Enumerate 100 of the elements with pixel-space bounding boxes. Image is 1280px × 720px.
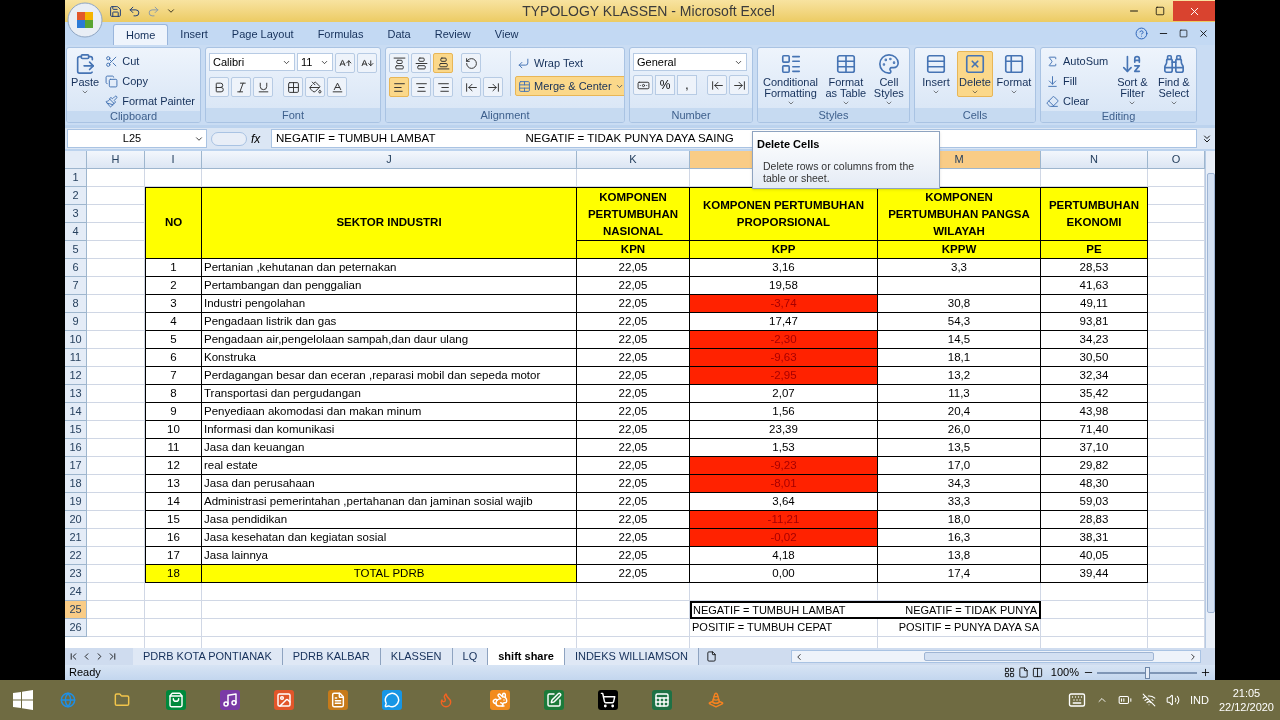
toolbar-button[interactable] — [305, 77, 325, 97]
expand-icon[interactable] — [1201, 132, 1213, 145]
row-header[interactable]: 24 — [65, 583, 87, 601]
restore-icon[interactable] — [1179, 29, 1188, 38]
row-header[interactable]: 15 — [65, 421, 87, 439]
column-header[interactable]: K — [577, 151, 690, 169]
zoom-slider[interactable] — [1097, 666, 1197, 679]
row-header[interactable]: 3 — [65, 205, 87, 223]
row-header[interactable]: 19 — [65, 493, 87, 511]
grid-cell[interactable] — [202, 601, 577, 619]
font-size-field[interactable]: 11 — [297, 53, 333, 71]
ribbon-tab[interactable]: Insert — [168, 24, 220, 45]
row-header[interactable]: 13 — [65, 385, 87, 403]
function-label[interactable]: fx — [251, 129, 267, 148]
row-header[interactable]: 14 — [65, 403, 87, 421]
windows-logo-icon[interactable] — [13, 690, 33, 710]
toolbar-button[interactable] — [433, 77, 453, 97]
grid-cell[interactable] — [87, 169, 145, 187]
toolbar-button[interactable] — [283, 77, 303, 97]
zoom-in-icon[interactable] — [1200, 667, 1211, 678]
language-indicator[interactable]: IND — [1190, 691, 1209, 709]
toolbar-button[interactable] — [729, 75, 749, 95]
ribbon-button[interactable]: Fill — [1044, 71, 1111, 91]
clock[interactable]: 21:05 22/12/2020 — [1218, 686, 1274, 714]
toolbar-button[interactable] — [633, 75, 653, 95]
row-header[interactable]: 7 — [65, 277, 87, 295]
toolbar-button[interactable] — [357, 53, 377, 73]
formula-bar-handle[interactable] — [211, 131, 247, 146]
ribbon-button[interactable]: Cut — [103, 51, 197, 71]
volume-icon[interactable] — [1166, 693, 1180, 707]
name-box[interactable]: L25 — [67, 129, 207, 148]
redo-icon[interactable] — [147, 4, 160, 18]
row-header[interactable]: 25 — [65, 601, 87, 619]
row-header[interactable]: 9 — [65, 313, 87, 331]
row-header[interactable]: 11 — [65, 349, 87, 367]
grid-cell[interactable] — [87, 583, 145, 601]
toolbar-button[interactable] — [461, 53, 481, 73]
sheet-tab[interactable]: shift share — [488, 648, 565, 665]
ribbon-button[interactable]: Wrap Text — [515, 53, 624, 73]
undo-icon[interactable] — [128, 4, 141, 18]
toolbar-button[interactable] — [327, 77, 347, 97]
toolbar-button[interactable] — [411, 53, 431, 73]
toolbar-button[interactable] — [231, 77, 251, 97]
ribbon-button[interactable]: Delete — [957, 51, 993, 97]
ribbon-tab[interactable]: Home — [113, 24, 169, 45]
save-icon[interactable] — [109, 4, 122, 18]
row-header[interactable]: 21 — [65, 529, 87, 547]
help-icon[interactable] — [1135, 27, 1148, 40]
ribbon-tab[interactable]: Review — [422, 24, 483, 45]
keyboard-icon[interactable] — [1068, 691, 1086, 709]
column-header[interactable]: O — [1148, 151, 1205, 169]
page-break-icon[interactable] — [1031, 667, 1043, 678]
row-header[interactable]: 18 — [65, 475, 87, 493]
ribbon-button[interactable]: Copy — [103, 71, 197, 91]
grid-cell[interactable] — [145, 601, 202, 619]
ribbon-button[interactable]: Conditional Formatting — [761, 51, 820, 108]
ribbon-button[interactable]: Format Painter — [103, 91, 197, 111]
ribbon-button[interactable]: Sort & Filter — [1113, 51, 1152, 108]
column-header[interactable]: H — [87, 151, 145, 169]
ribbon-button[interactable]: Insert — [918, 51, 954, 97]
row-header[interactable]: 2 — [65, 187, 87, 205]
number-format-field[interactable]: General — [633, 53, 747, 71]
row-header[interactable]: 20 — [65, 511, 87, 529]
ribbon-tab[interactable]: Formulas — [305, 24, 376, 45]
toolbar-button[interactable] — [253, 77, 273, 97]
ribbon-button[interactable]: AutoSum — [1044, 51, 1111, 71]
page-layout-icon[interactable] — [1017, 667, 1029, 678]
ribbon-tab[interactable]: Data — [375, 24, 423, 45]
row-header[interactable]: 26 — [65, 619, 87, 637]
ribbon-button[interactable]: Clear — [1044, 91, 1111, 111]
horizontal-scrollbar[interactable] — [790, 650, 1201, 663]
sheet-tab[interactable]: PDRB KOTA PONTIANAK — [133, 648, 283, 665]
sheet-tab[interactable]: INDEKS WILLIAMSON — [564, 648, 699, 665]
merge-center-button[interactable]: Merge & Center — [515, 76, 624, 96]
ribbon-button[interactable]: Format as Table — [823, 51, 869, 108]
toolbar-button[interactable] — [335, 53, 355, 73]
zoom-thumb[interactable] — [1144, 666, 1150, 679]
toolbar-button[interactable] — [707, 75, 727, 95]
row-header[interactable]: 23 — [65, 565, 87, 583]
grid-cell[interactable] — [87, 601, 145, 619]
row-header[interactable]: 8 — [65, 295, 87, 313]
row-header[interactable]: 1 — [65, 169, 87, 187]
zoom-level[interactable]: 100% — [1050, 664, 1079, 681]
select-all-corner[interactable] — [65, 151, 87, 169]
first-sheet-icon[interactable] — [68, 651, 79, 662]
column-header[interactable]: J — [202, 151, 577, 169]
toolbar-button[interactable] — [411, 77, 431, 97]
last-sheet-icon[interactable] — [107, 651, 118, 662]
row-header[interactable]: 5 — [65, 241, 87, 259]
ribbon-tab[interactable]: View — [482, 24, 531, 45]
sheet-tab[interactable]: PDRB KALBAR — [282, 648, 381, 665]
column-header[interactable]: N — [1041, 151, 1148, 169]
grid-cell[interactable] — [87, 619, 145, 637]
column-header[interactable]: I — [145, 151, 202, 169]
toolbar-button[interactable] — [209, 77, 229, 97]
toolbar-button[interactable]: , — [677, 75, 697, 95]
row-header[interactable]: 17 — [65, 457, 87, 475]
sheet-tab[interactable]: KLASSEN — [380, 648, 453, 665]
toolbar-button[interactable] — [461, 77, 481, 97]
customize-icon[interactable] — [166, 6, 176, 16]
